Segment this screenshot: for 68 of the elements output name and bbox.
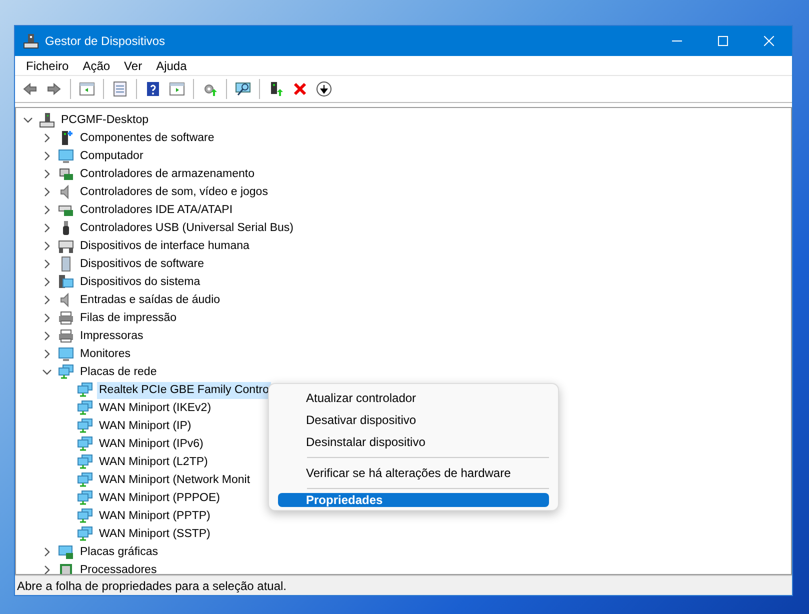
scan-icon bbox=[235, 81, 251, 97]
tree-item[interactable]: WAN Miniport (IPv6) bbox=[97, 436, 206, 452]
tree-item[interactable]: WAN Miniport (L2TP) bbox=[97, 454, 210, 470]
menu-item[interactable]: Ficheiro bbox=[19, 56, 76, 74]
graphics-card-icon bbox=[58, 544, 74, 560]
tree-item[interactable]: Computador bbox=[78, 148, 146, 164]
network-icon bbox=[77, 382, 93, 398]
menu-item[interactable]: Ação bbox=[76, 56, 118, 74]
status-text: Abre a folha de propriedades para a seleção atual. bbox=[17, 578, 287, 594]
monitor-icon bbox=[58, 346, 74, 362]
remove-icon bbox=[292, 81, 308, 97]
arrow-left-icon bbox=[22, 81, 38, 97]
system-icon bbox=[58, 274, 74, 290]
help-icon bbox=[145, 81, 161, 97]
panel-icon bbox=[79, 81, 95, 97]
tree-item[interactable]: Placas de rede bbox=[78, 364, 159, 380]
menu-item[interactable]: Desativar dispositivo bbox=[278, 409, 549, 431]
tree-item[interactable]: WAN Miniport (SSTP) bbox=[97, 526, 212, 542]
menu-item[interactable]: Ver bbox=[117, 56, 150, 74]
network-icon bbox=[77, 400, 93, 416]
tree-item[interactable]: Dispositivos de software bbox=[78, 256, 206, 272]
panel-icon bbox=[169, 81, 185, 97]
computer-icon bbox=[39, 112, 55, 128]
tree-item[interactable]: WAN Miniport (PPTP) bbox=[97, 508, 212, 524]
storage-icon bbox=[58, 166, 74, 182]
tree-item[interactable]: WAN Miniport (IP) bbox=[97, 418, 194, 434]
tree-item[interactable]: Realtek PCIe GBE Family Contro bbox=[97, 382, 272, 398]
menu-item[interactable]: Atualizar controlador bbox=[278, 387, 549, 409]
tree-item[interactable]: Impressoras bbox=[78, 328, 146, 344]
window-title: Gestor de Dispositivos bbox=[45, 33, 166, 50]
printer-icon bbox=[58, 310, 74, 326]
tree-item[interactable]: Controladores IDE ATA/ATAPI bbox=[78, 202, 235, 218]
menu-item[interactable]: Desinstalar dispositivo bbox=[278, 431, 549, 453]
tree-item[interactable]: Controladores de som, vídeo e jogos bbox=[78, 184, 270, 200]
tree-item[interactable]: Processadores bbox=[78, 562, 159, 574]
network-icon bbox=[77, 418, 93, 434]
device-icon bbox=[268, 81, 284, 97]
menu-item[interactable]: Propriedades bbox=[278, 493, 549, 507]
tree-item[interactable]: Controladores de armazenamento bbox=[78, 166, 257, 182]
tree-item[interactable]: WAN Miniport (IKEv2) bbox=[97, 400, 214, 416]
printer-icon bbox=[58, 328, 74, 344]
close-icon bbox=[764, 36, 774, 46]
network-icon bbox=[58, 364, 74, 380]
network-icon bbox=[77, 472, 93, 488]
tree-item[interactable]: WAN Miniport (PPPOE) bbox=[97, 490, 222, 506]
computer-icon bbox=[23, 33, 39, 49]
maximize-icon bbox=[718, 36, 728, 46]
tree-item[interactable]: Entradas e saídas de áudio bbox=[78, 292, 222, 308]
tree-item[interactable]: Dispositivos do sistema bbox=[78, 274, 202, 290]
tree-item[interactable]: Filas de impressão bbox=[78, 310, 179, 326]
tree-item[interactable]: Monitores bbox=[78, 346, 132, 362]
monitor-icon bbox=[58, 148, 74, 164]
menu-item[interactable]: Verificar se há alterações de hardware bbox=[278, 462, 549, 484]
arrow-right-icon bbox=[46, 81, 62, 97]
tree-item[interactable]: Componentes de software bbox=[78, 130, 216, 146]
tree-item[interactable]: PCGMF-Desktop bbox=[59, 112, 151, 128]
tree-item[interactable]: Placas gráficas bbox=[78, 544, 160, 560]
network-icon bbox=[77, 436, 93, 452]
network-icon bbox=[77, 508, 93, 524]
tree-item[interactable]: Dispositivos de interface humana bbox=[78, 238, 252, 254]
network-icon bbox=[77, 490, 93, 506]
list-icon bbox=[112, 81, 128, 97]
tree-item[interactable]: Controladores USB (Universal Serial Bus) bbox=[78, 220, 296, 236]
tree-item[interactable]: WAN Miniport (Network Monit bbox=[97, 472, 252, 488]
network-icon bbox=[77, 454, 93, 470]
menu-item[interactable]: Ajuda bbox=[149, 56, 194, 74]
network-icon bbox=[77, 526, 93, 542]
download-icon bbox=[316, 81, 332, 97]
